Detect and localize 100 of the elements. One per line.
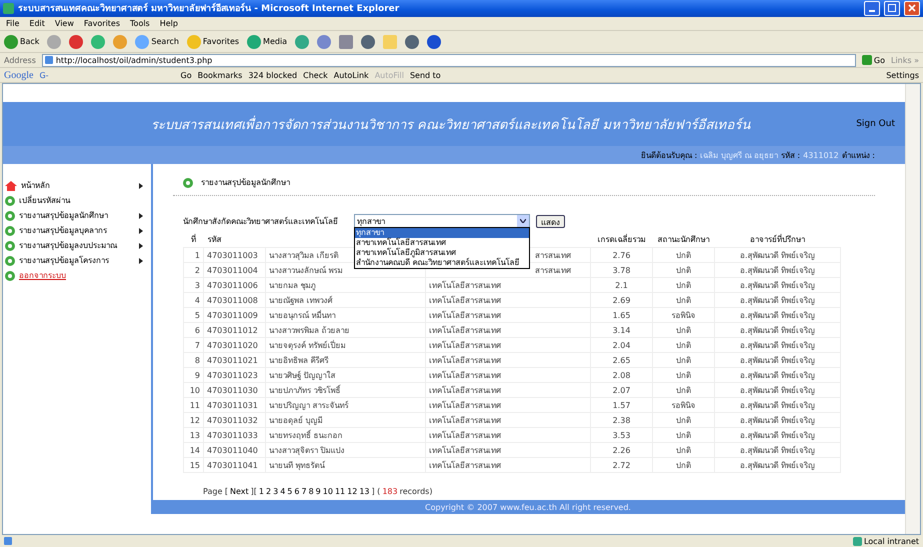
table-cell: 2.72 <box>612 460 630 470</box>
menu-item[interactable]: Favorites <box>82 18 122 28</box>
table-cell: 1.65 <box>612 310 630 320</box>
table-cell: 4703011003 <box>207 250 258 260</box>
table-cell: 4703011006 <box>207 280 258 290</box>
maximize-button[interactable] <box>884 0 900 16</box>
page-link[interactable]: 1 <box>258 487 264 496</box>
table-cell: 12 <box>190 416 200 425</box>
sidebar-item[interactable]: รายงานสรุปข้อมูลโครงการ <box>19 254 135 268</box>
page-link[interactable]: 11 <box>334 487 346 496</box>
menu-item[interactable]: Tools <box>128 18 152 28</box>
user-id: 4311012 <box>803 150 839 160</box>
record-count: 183 <box>382 487 398 496</box>
table-cell: อ.สุพัฒนวดี ทิพย์เจริญ <box>740 340 816 350</box>
address-field[interactable]: http://localhost/oil/admin/student3.php <box>42 54 856 67</box>
table-cell: นางสาวสุวิมล เกียรติ <box>269 250 339 260</box>
table-cell: 2.07 <box>612 386 630 395</box>
welcome-label: ยินดีต้อนรับคุณ : <box>640 150 698 162</box>
id-label: รหัส : <box>780 150 800 162</box>
user-name: เฉลิม บุญศรี ณ อยุธยา <box>700 150 778 162</box>
page-link[interactable]: 5 <box>287 487 292 496</box>
table-cell: สารสนเทศ <box>535 250 571 260</box>
edit-button[interactable] <box>361 34 376 49</box>
table-cell: 2 <box>194 266 200 275</box>
history-button[interactable] <box>295 34 310 49</box>
position-label: ตำแหน่ง : <box>842 150 875 162</box>
media-button[interactable]: Media <box>247 34 288 49</box>
search-button[interactable]: Search <box>135 34 179 49</box>
table-cell: 4703011041 <box>207 460 258 470</box>
table-cell: อ.สุพัฒนวดี ทิพย์เจริญ <box>740 370 816 380</box>
forward-button[interactable] <box>47 34 62 49</box>
pager-text: ][ <box>250 487 257 496</box>
table-cell: 4703011033 <box>207 430 258 440</box>
toolbar-button[interactable]: Send to <box>410 70 441 80</box>
page-link[interactable]: 9 <box>316 487 321 496</box>
table-cell: นายอิทธิพล คีรีศรี <box>269 356 329 365</box>
bullet-icon <box>183 178 193 188</box>
pager-text: ] ( <box>372 487 380 496</box>
table-cell: 2.69 <box>612 296 630 305</box>
mail-button[interactable] <box>317 34 332 49</box>
bluetooth-button[interactable] <box>427 34 442 49</box>
table-cell: 3.14 <box>612 326 630 335</box>
favorites-button[interactable]: Favorites <box>186 34 240 49</box>
menu-item[interactable]: Help <box>158 18 180 28</box>
window-title: ระบบสารสนเทศคณะวิทยาศาสตร์ มหาวิทยาลัยฟาร์อีสเทอร์น - Microsoft Internet Explorer <box>18 2 400 16</box>
toolbar-button[interactable]: Go <box>180 70 192 80</box>
close-icon <box>908 4 916 12</box>
page-link[interactable]: 10 <box>322 487 333 496</box>
page-link[interactable]: 4 <box>280 487 286 496</box>
page-link[interactable]: 8 <box>308 487 314 496</box>
print-button[interactable] <box>339 34 354 49</box>
google-search-button[interactable]: G- <box>39 70 49 80</box>
toolbar-button[interactable]: AutoLink <box>334 70 369 80</box>
next-link[interactable]: Next <box>230 487 249 496</box>
page-link[interactable]: 13 <box>359 487 370 496</box>
toolbar-button[interactable]: Bookmarks <box>198 70 242 80</box>
table-cell: นางสาวพรพิมล ถ้วยลาย <box>269 326 350 335</box>
sidebar-item[interactable]: เปลี่ยนรหัสผ่าน <box>19 194 143 208</box>
table-cell: ปกติ <box>676 266 691 275</box>
sidebar-item[interactable]: รายงานสรุปข้อมูลบุคลากร <box>19 224 135 238</box>
table-cell: เทคโนโลยีสารสนเทศ <box>429 400 501 410</box>
table-cell: เทคโนโลยีสารสนเทศ <box>429 340 501 350</box>
table-cell: ปกติ <box>676 326 691 335</box>
calendar-button[interactable] <box>405 34 420 49</box>
table-cell: อ.สุพัฒนวดี ทิพย์เจริญ <box>740 356 816 365</box>
toolbar-button[interactable]: Check <box>303 70 328 80</box>
table-cell: 4703011020 <box>207 340 258 350</box>
sidebar-item[interactable]: รายงานสรุปข้อมูลงบประมาณ <box>19 239 135 252</box>
dropdown-option[interactable]: ทุกสาขา <box>355 228 529 238</box>
refresh-button[interactable] <box>91 34 106 49</box>
toolbar-button[interactable]: 324 blocked <box>248 70 298 80</box>
menu-item[interactable]: View <box>52 18 76 28</box>
page-link[interactable]: 6 <box>294 487 300 496</box>
menu-item[interactable]: Edit <box>27 18 47 28</box>
settings-button[interactable]: Settings <box>886 70 919 80</box>
close-button[interactable] <box>904 0 920 16</box>
sidebar-item[interactable]: ออกจากระบบ <box>19 269 143 282</box>
minimize-button[interactable] <box>864 0 880 16</box>
table-cell: เทคโนโลยีสารสนเทศ <box>429 460 501 470</box>
table-cell: 3.53 <box>612 430 630 440</box>
sign-out-link[interactable]: Sign Out <box>856 119 895 130</box>
sidebar-item[interactable]: หน้าหลัก <box>21 179 135 192</box>
column-header: สถานะนักศึกษา <box>658 235 710 244</box>
menu-item[interactable]: File <box>4 18 22 28</box>
table-cell: 1.57 <box>612 400 630 410</box>
show-button[interactable]: แสดง <box>536 214 565 228</box>
page-link[interactable]: 2 <box>266 487 272 496</box>
table-cell: 2.08 <box>612 370 630 380</box>
table-cell: อ.สุพัฒนวดี ทิพย์เจริญ <box>740 430 816 440</box>
table-cell: ปกติ <box>676 460 691 470</box>
sidebar-item[interactable]: รายงานสรุปข้อมูลนักศึกษา <box>19 209 135 222</box>
page-link[interactable]: 3 <box>273 487 278 496</box>
page-link[interactable]: 12 <box>347 487 358 496</box>
page-link[interactable]: 7 <box>301 487 307 496</box>
stop-button[interactable] <box>69 34 84 49</box>
scrollbar[interactable] <box>905 84 920 534</box>
go-button[interactable]: Go <box>862 55 885 66</box>
column-header: อาจารย์ที่ปรึกษา <box>750 235 805 244</box>
back-button[interactable]: Back <box>4 34 40 49</box>
home-button[interactable] <box>113 34 128 49</box>
